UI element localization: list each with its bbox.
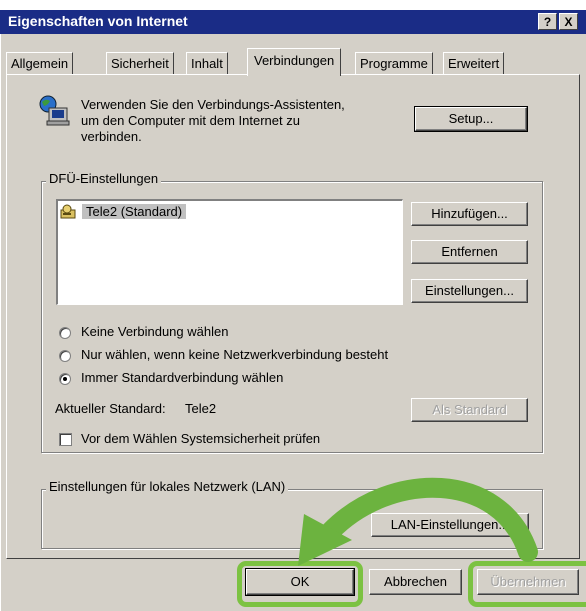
arrow-icon: [298, 477, 538, 566]
tab-connections[interactable]: Verbindungen: [247, 48, 342, 76]
